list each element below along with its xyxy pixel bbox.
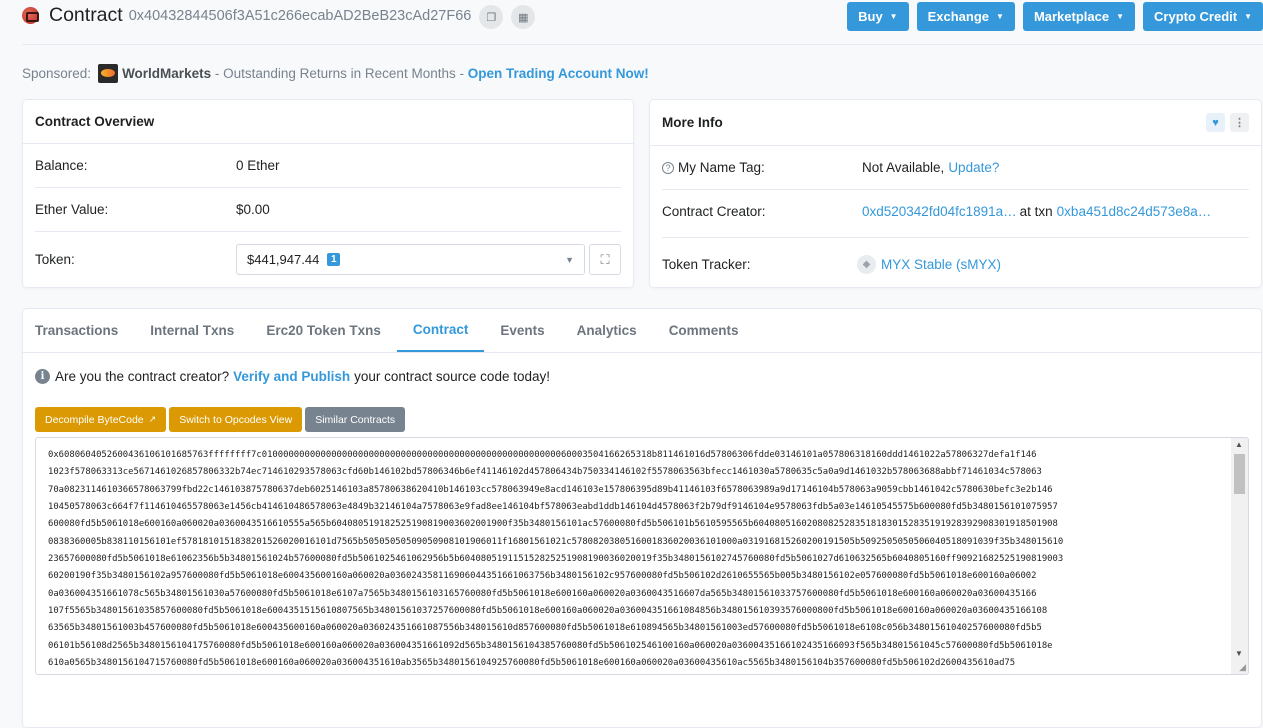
external-link-icon: ↗ <box>148 414 157 424</box>
tab-comments[interactable]: Comments <box>653 309 755 352</box>
page-title: Contract <box>49 3 123 26</box>
divider <box>662 237 1249 238</box>
token-tracker-label: Token Tracker: <box>662 257 751 272</box>
sponsored-label: Sponsored: <box>22 66 92 81</box>
card-title: Contract Overview <box>23 100 633 144</box>
page-header: Contract 0x40432844506f3A51c266ecabAD2Be… <box>22 0 1263 34</box>
more-info-card: More Info ♥ ⋮ ? My Name Tag: Not Availab… <box>649 99 1262 288</box>
more-options-icon[interactable]: ⋮ <box>1230 113 1249 132</box>
name-tag-label: My Name Tag: <box>678 160 765 175</box>
token-logo-icon: ◆ <box>857 255 876 274</box>
chevron-down-icon: ▼ <box>1244 12 1252 21</box>
question-icon: ? <box>662 161 674 174</box>
creator-row: Contract Creator: 0xd520342fd04fc1891a… … <box>662 204 1249 219</box>
switch-opcodes-button[interactable]: Switch to Opcodes View <box>169 407 303 432</box>
tab-bar: Transactions Internal Txns Erc20 Token T… <box>23 309 1261 353</box>
similar-contracts-button[interactable]: Similar Contracts <box>305 407 406 432</box>
more-info-header: More Info ♥ ⋮ <box>650 100 1261 146</box>
tab-transactions[interactable]: Transactions <box>35 309 134 352</box>
ether-value: $0.00 <box>236 202 270 217</box>
scroll-up-icon[interactable]: ▲ <box>1235 440 1243 449</box>
card-title: More Info <box>662 115 723 130</box>
contract-tabs-card: Transactions Internal Txns Erc20 Token T… <box>22 308 1262 728</box>
token-label: Token: <box>35 252 75 267</box>
heart-icon[interactable]: ♥ <box>1206 113 1225 132</box>
expand-icon[interactable]: ⛶ <box>589 244 621 275</box>
at-txn-text: at txn <box>1019 204 1053 219</box>
tab-internal-txns[interactable]: Internal Txns <box>134 309 250 352</box>
scrollbar-thumb[interactable] <box>1234 454 1245 494</box>
copy-icon[interactable]: ❐ <box>479 5 504 29</box>
contract-address: 0x40432844506f3A51c266ecabAD2BeB23cAd27F… <box>128 8 472 24</box>
divider <box>35 231 621 232</box>
bytecode-actions: Decompile ByteCode ↗ Switch to Opcodes V… <box>35 407 406 432</box>
contract-overview-card: Contract Overview Balance: 0 Ether Ether… <box>22 99 634 288</box>
buy-dropdown[interactable]: Buy ▼ <box>847 2 909 31</box>
verify-notice-prefix: Are you the contract creator? <box>55 369 230 384</box>
header-divider <box>22 44 1263 45</box>
divider <box>662 189 1249 190</box>
chevron-down-icon: ▼ <box>565 254 574 265</box>
marketplace-dropdown[interactable]: Marketplace ▼ <box>1022 2 1136 31</box>
verify-notice: i Are you the contract creator? Verify a… <box>35 369 550 384</box>
token-holdings-dropdown[interactable]: $441,947.44 1 ▼ <box>236 244 585 275</box>
name-tag-value: Not Available, <box>862 160 945 175</box>
verify-publish-link[interactable]: Verify and Publish <box>233 369 350 384</box>
name-tag-update-link[interactable]: Update? <box>948 160 999 175</box>
decompile-bytecode-button[interactable]: Decompile ByteCode ↗ <box>35 407 167 432</box>
balance-value: 0 Ether <box>236 158 280 173</box>
divider <box>35 187 621 188</box>
token-value: $441,947.44 <box>247 252 320 267</box>
ether-value-row: Ether Value: $0.00 <box>35 202 621 217</box>
tab-events[interactable]: Events <box>484 309 560 352</box>
crypto-credit-dropdown[interactable]: Crypto Credit ▼ <box>1143 2 1263 31</box>
tab-erc20-token-txns[interactable]: Erc20 Token Txns <box>250 309 397 352</box>
sponsor-cta-link[interactable]: Open Trading Account Now! <box>468 66 649 81</box>
info-icon: i <box>35 369 50 384</box>
bytecode-text: 0x6080604052600436106101685763ffffffff7c… <box>48 450 1064 669</box>
chevron-down-icon: ▼ <box>889 12 898 21</box>
name-tag-row: ? My Name Tag: Not Available, Update? <box>662 160 1249 175</box>
qr-code-icon[interactable]: ▦ <box>511 5 536 29</box>
balance-row: Balance: 0 Ether <box>35 158 621 173</box>
chevron-down-icon: ▼ <box>1116 12 1125 21</box>
tab-contract[interactable]: Contract <box>396 309 485 352</box>
creator-address-link[interactable]: 0xd520342fd04fc1891a… <box>862 204 1017 219</box>
balance-label: Balance: <box>35 158 88 173</box>
scroll-down-icon[interactable]: ▼ <box>1235 649 1243 658</box>
verify-notice-suffix: your contract source code today! <box>354 369 550 384</box>
tab-analytics[interactable]: Analytics <box>561 309 653 352</box>
token-row: Token: $441,947.44 1 ▼ ⛶ <box>35 244 621 275</box>
sponsor-brand[interactable]: WorldMarkets <box>122 66 211 81</box>
bytecode-textarea[interactable]: 0x6080604052600436106101685763ffffffff7c… <box>35 437 1249 675</box>
exchange-dropdown[interactable]: Exchange ▼ <box>916 2 1015 31</box>
creator-txn-link[interactable]: 0xba451d8c24d573e8a… <box>1057 204 1212 219</box>
creator-label: Contract Creator: <box>662 204 766 219</box>
chevron-down-icon: ▼ <box>996 12 1004 21</box>
token-tracker-link[interactable]: MYX Stable (sMYX) <box>881 257 1001 272</box>
ether-value-label: Ether Value: <box>35 202 109 217</box>
worldmarkets-logo-icon <box>98 64 119 83</box>
resize-handle-icon[interactable]: ◢ <box>1239 662 1246 673</box>
vertical-scrollbar[interactable]: ▲ ▼ <box>1231 438 1248 674</box>
token-count-badge: 1 <box>327 253 341 266</box>
sponsor-text: - Outstanding Returns in Recent Months - <box>211 66 468 81</box>
token-tracker-row: Token Tracker: ◆ MYX Stable (sMYX) <box>662 255 1249 274</box>
contract-icon <box>22 6 39 24</box>
sponsored-banner: Sponsored: WorldMarkets - Outstanding Re… <box>22 64 649 83</box>
